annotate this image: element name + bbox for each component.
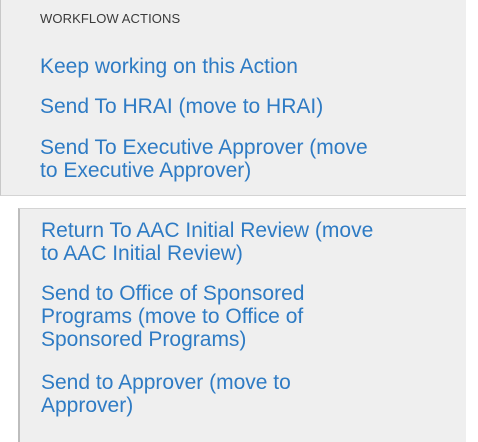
action-return-to-aac-initial-review[interactable]: Return To AAC Initial Review (move to AA… <box>41 219 373 265</box>
action-send-to-executive-approver[interactable]: Send To Executive Approver (move to Exec… <box>40 136 368 182</box>
workflow-actions-heading: WORKFLOW ACTIONS <box>40 11 181 26</box>
workflow-actions-panel-bottom: Return To AAC Initial Review (move to AA… <box>18 208 466 442</box>
action-send-to-hrai[interactable]: Send To HRAI (move to HRAI) <box>40 95 323 118</box>
action-keep-working[interactable]: Keep working on this Action <box>40 55 298 78</box>
workflow-actions-panel-top: WORKFLOW ACTIONS Keep working on this Ac… <box>0 0 466 196</box>
action-send-to-approver[interactable]: Send to Approver (move to Approver) <box>41 371 291 417</box>
action-send-to-office-of-sponsored-programs[interactable]: Send to Office of Sponsored Programs (mo… <box>41 282 304 351</box>
